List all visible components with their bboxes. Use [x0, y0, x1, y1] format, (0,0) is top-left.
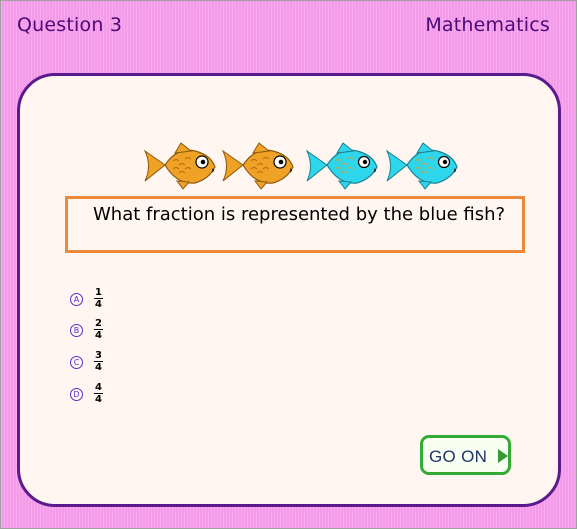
answer-choice-d[interactable]: D 4 4 [69, 382, 129, 408]
subject-label: Mathematics [425, 14, 550, 36]
go-on-button[interactable]: GO ON [420, 435, 511, 475]
answer-choice-c[interactable]: C 3 4 [69, 350, 129, 376]
choice-letter-c[interactable]: C [70, 356, 83, 369]
fraction-value: 3 4 [94, 350, 103, 373]
fraction-denominator: 4 [95, 299, 102, 310]
fraction-numerator: 2 [94, 318, 103, 330]
blue-fish-icon [305, 142, 378, 190]
orange-fish-icon [221, 142, 294, 190]
fraction-numerator: 4 [94, 382, 103, 394]
orange-fish-icon [143, 142, 216, 190]
quiz-window: Question 3 Mathematics What fraction is … [0, 0, 577, 529]
choice-letter-b[interactable]: B [70, 324, 83, 337]
question-number-label: Question 3 [17, 14, 123, 36]
fraction-denominator: 4 [95, 362, 102, 373]
blue-fish-icon [385, 142, 458, 190]
fraction-numerator: 3 [94, 350, 103, 362]
choice-letter-d[interactable]: D [70, 388, 83, 401]
go-on-label: GO ON [429, 447, 488, 466]
question-text: What fraction is represented by the blue… [93, 204, 506, 225]
fraction-numerator: 1 [94, 287, 103, 299]
choice-letter-a[interactable]: A [70, 293, 83, 306]
fraction-denominator: 4 [95, 330, 102, 341]
fraction-value: 2 4 [94, 318, 103, 341]
answer-choice-b[interactable]: B 2 4 [69, 318, 129, 344]
fish-picture [143, 141, 463, 191]
question-box: What fraction is represented by the blue… [65, 196, 525, 253]
fraction-value: 4 4 [94, 382, 103, 405]
fraction-value: 1 4 [94, 287, 103, 310]
play-arrow-icon [498, 449, 508, 463]
answer-choice-a[interactable]: A 1 4 [69, 287, 129, 313]
fraction-denominator: 4 [95, 394, 102, 405]
